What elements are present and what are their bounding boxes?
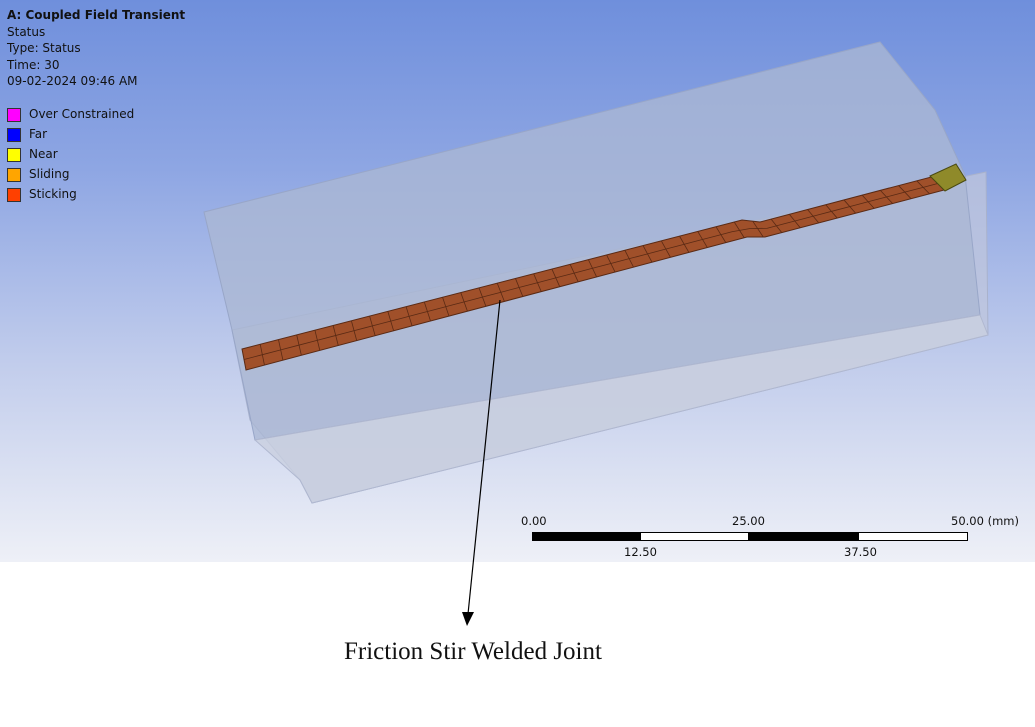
annotation-pointer [462, 299, 501, 626]
pointer-line [467, 299, 501, 615]
arrow-head-icon [462, 612, 474, 626]
weld-joint-annotation: Friction Stir Welded Joint [344, 638, 602, 665]
